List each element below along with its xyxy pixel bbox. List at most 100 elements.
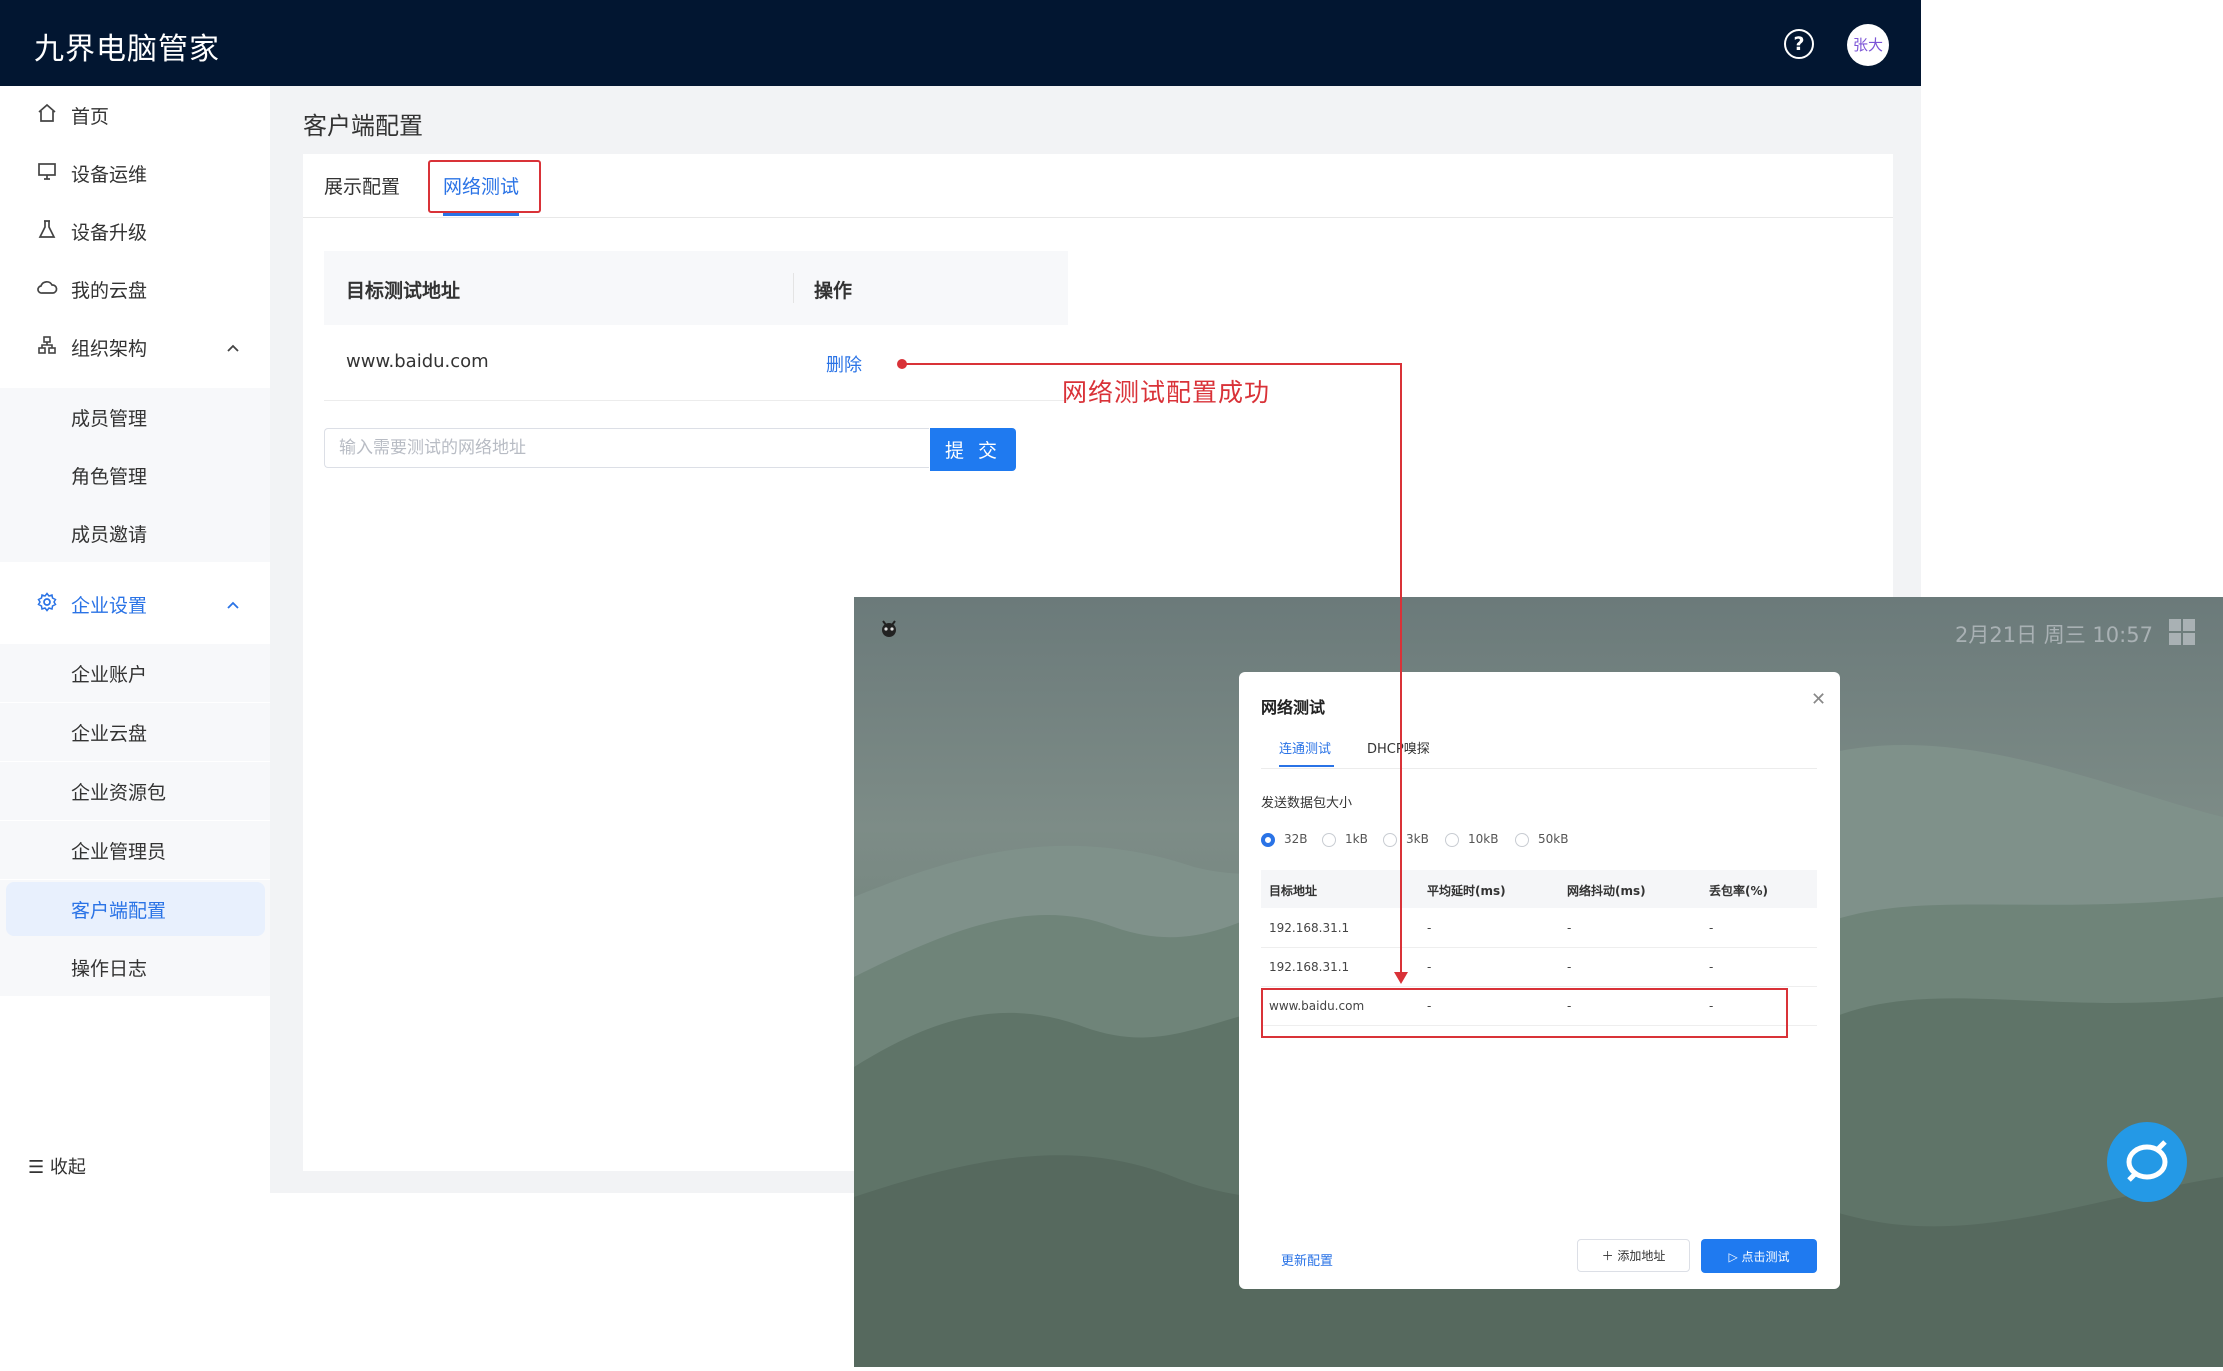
radio-label: 32B: [1284, 832, 1308, 846]
sidebar-subitem-label: 角色管理: [71, 466, 148, 488]
run-test-button[interactable]: ▷ 点击测试: [1701, 1239, 1817, 1273]
monitor-icon: [36, 161, 58, 183]
column-header-loss: 丢包率(%): [1709, 884, 1768, 898]
sidebar-subitem-admins[interactable]: 企业管理员: [0, 821, 270, 879]
cell-jitter: -: [1567, 921, 1572, 935]
sidebar-subitem-resource-pack[interactable]: 企业资源包: [0, 762, 270, 820]
org-chart-icon: [36, 335, 58, 357]
tab-display-config[interactable]: 展示配置: [324, 172, 400, 199]
active-tab-underline: [443, 213, 519, 216]
sidebar-subitem-enterprise-cloud[interactable]: 企业云盘: [0, 703, 270, 761]
tab-dhcp-sniff[interactable]: DHCP嗅探: [1367, 738, 1430, 757]
windows-logo-icon[interactable]: [2169, 619, 2195, 645]
top-bar: 九界电脑管家 ? 张大: [0, 0, 1921, 86]
sidebar-item-my-cloud[interactable]: 我的云盘: [0, 260, 270, 318]
sidebar-subitem-label: 企业资源包: [71, 782, 167, 804]
cell-latency: -: [1427, 921, 1432, 935]
delete-link[interactable]: 删除: [826, 351, 862, 377]
collapse-label: 收起: [49, 1157, 86, 1178]
column-header-jitter: 网络抖动(ms): [1567, 884, 1646, 898]
cell-loss: -: [1709, 960, 1714, 974]
run-test-label: 点击测试: [1741, 1249, 1790, 1264]
page-title: 客户端配置: [303, 112, 423, 140]
collapse-sidebar-button[interactable]: ☰ 收起: [28, 1153, 86, 1179]
sidebar-subitem-client-config[interactable]: 客户端配置: [6, 882, 265, 936]
table-row: 192.168.31.1 - - -: [1261, 908, 1817, 948]
help-circle-icon[interactable]: ?: [1784, 29, 1814, 59]
sidebar-item-device-upgrade[interactable]: 设备升级: [0, 202, 270, 260]
active-tab-underline: [1279, 765, 1334, 767]
radio-label: 10kB: [1468, 832, 1499, 846]
sidebar-subitem-label: 成员邀请: [71, 524, 148, 546]
radio-label: 50kB: [1538, 832, 1569, 846]
sidebar-item-enterprise-settings[interactable]: 企业设置: [0, 575, 270, 633]
sidebar-subitem-members[interactable]: 成员管理: [0, 388, 270, 446]
sidebar-item-label: 组织架构: [71, 338, 148, 360]
floating-assistant-button[interactable]: [2107, 1122, 2187, 1202]
sidebar-subitem-label: 企业云盘: [71, 723, 148, 745]
sidebar-subitem-label: 客户端配置: [71, 900, 167, 922]
avatar[interactable]: 张大: [1847, 24, 1889, 66]
chevron-up-icon: [226, 595, 240, 614]
column-separator: [793, 273, 794, 303]
table-header: 目标测试地址 操作: [324, 251, 1068, 325]
sidebar-subitem-label: 成员管理: [71, 408, 148, 430]
close-icon[interactable]: ✕: [1811, 689, 1826, 710]
submit-button[interactable]: 提 交: [930, 428, 1016, 471]
annotation-line: [1400, 363, 1402, 973]
play-circle-icon: ▷: [1728, 1249, 1742, 1264]
sidebar: 首页 设备运维 设备升级 我的云盘 组织架构 成员管理 角色管理 成员邀请 企业…: [0, 86, 270, 1193]
dialog-table-header: 目标地址 平均延时(ms) 网络抖动(ms) 丢包率(%): [1261, 870, 1817, 908]
sidebar-item-home[interactable]: 首页: [0, 86, 270, 144]
sidebar-subitem-roles[interactable]: 角色管理: [0, 446, 270, 504]
annotation-arrow-icon: [1394, 972, 1408, 984]
address-input[interactable]: [324, 428, 929, 468]
radio-dot: [1515, 833, 1529, 847]
sidebar-item-label: 我的云盘: [71, 280, 148, 302]
sidebar-item-org[interactable]: 组织架构: [0, 318, 270, 376]
network-test-dialog: 网络测试 ✕ 连通测试 DHCP嗅探 发送数据包大小 32B 1kB 3kB 1…: [1239, 672, 1840, 1289]
cell-target: 192.168.31.1: [1269, 921, 1350, 935]
annotation-line: [904, 363, 1402, 365]
cell-latency: -: [1427, 960, 1432, 974]
add-address-label: 添加地址: [1617, 1249, 1666, 1263]
column-header-latency: 平均延时(ms): [1427, 884, 1506, 898]
dialog-title: 网络测试: [1261, 698, 1326, 717]
radio-dot: [1261, 833, 1275, 847]
sidebar-subitem-operation-log[interactable]: 操作日志: [0, 938, 270, 996]
assistant-logo-icon: [2126, 1140, 2168, 1182]
sidebar-subitem-invites[interactable]: 成员邀请: [0, 504, 270, 562]
flask-icon: [36, 219, 58, 241]
radio-dot: [1383, 833, 1397, 847]
plus-icon: ＋: [1601, 1249, 1618, 1263]
table-row: 192.168.31.1 - - -: [1261, 947, 1817, 987]
chevron-up-icon: [226, 338, 240, 357]
packet-size-label: 发送数据包大小: [1261, 796, 1353, 811]
sidebar-item-device-ops[interactable]: 设备运维: [0, 144, 270, 202]
robot-icon[interactable]: [878, 617, 900, 639]
annotation-text: 网络测试配置成功: [1062, 378, 1271, 407]
sidebar-subitem-label: 企业账户: [71, 664, 148, 686]
column-header-target: 目标地址: [1269, 884, 1318, 898]
cell-target: 192.168.31.1: [1269, 960, 1350, 974]
sidebar-item-label: 企业设置: [71, 595, 148, 617]
tabs-divider: [303, 217, 1893, 218]
sidebar-subitem-label: 企业管理员: [71, 841, 167, 863]
tab-connectivity-test[interactable]: 连通测试: [1279, 738, 1331, 757]
add-address-button[interactable]: ＋ 添加地址: [1577, 1239, 1690, 1272]
radio-label: 3kB: [1406, 832, 1429, 846]
cloud-icon: [36, 277, 58, 299]
radio-dot: [1322, 833, 1336, 847]
desktop-clock: 2月21日 周三 10:57: [1955, 623, 2153, 647]
update-config-link[interactable]: 更新配置: [1281, 1250, 1333, 1269]
column-header-action: 操作: [814, 280, 853, 302]
sidebar-subitem-enterprise-account[interactable]: 企业账户: [0, 644, 270, 702]
cell-loss: -: [1709, 921, 1714, 935]
radio-label: 1kB: [1345, 832, 1368, 846]
cell-jitter: -: [1567, 960, 1572, 974]
sidebar-item-label: 设备运维: [71, 164, 148, 186]
row-address: www.baidu.com: [346, 351, 489, 372]
tabs-divider: [1261, 768, 1817, 769]
annotation-highlight-box: [1261, 988, 1788, 1038]
radio-dot: [1445, 833, 1459, 847]
